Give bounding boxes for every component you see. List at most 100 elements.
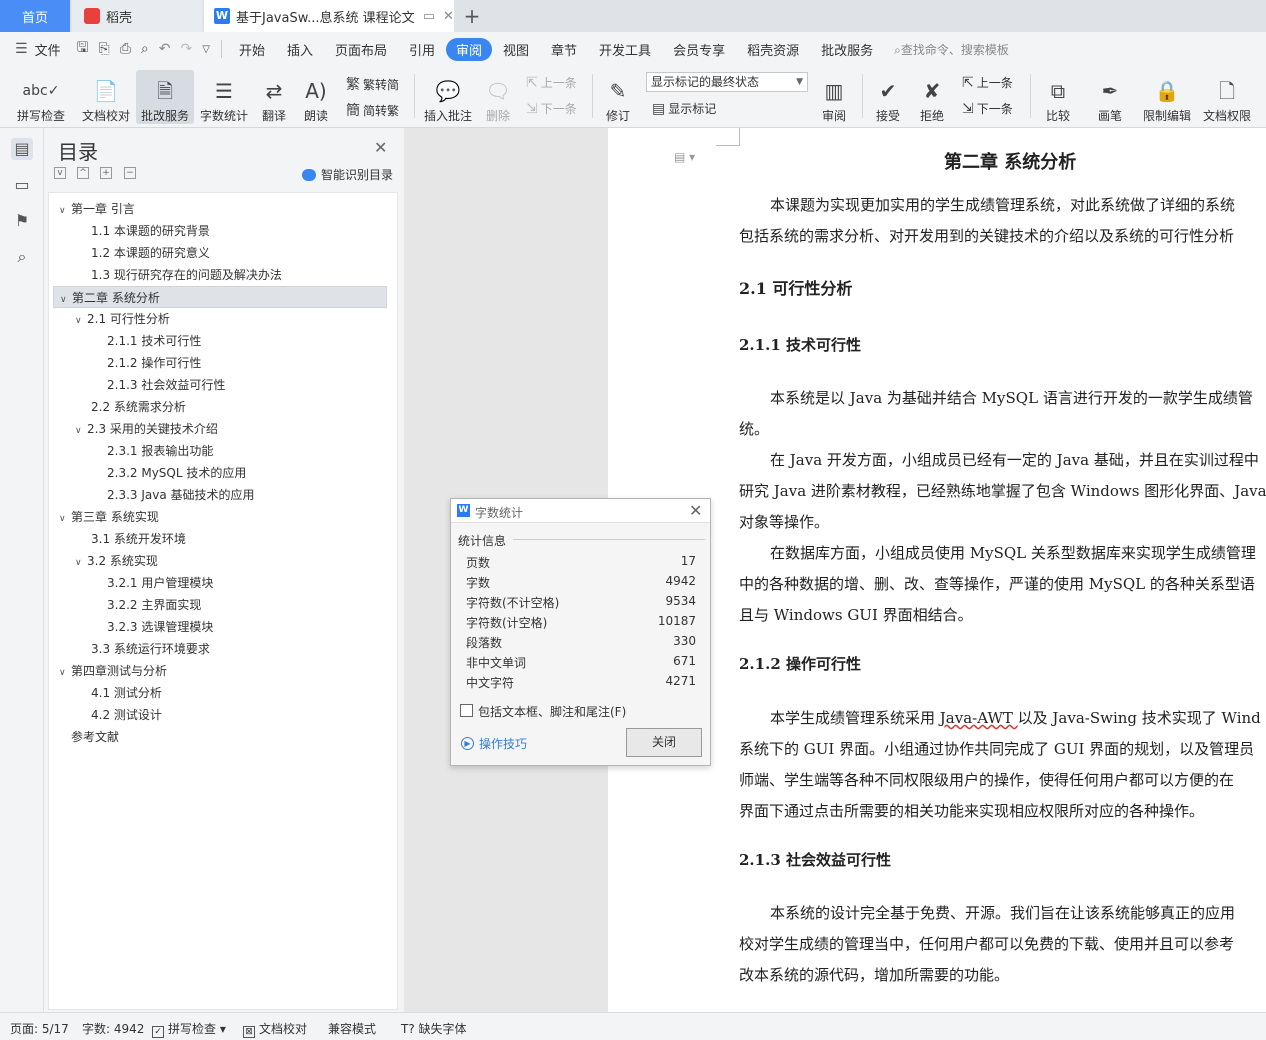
collapse-all-icon[interactable]: v: [54, 167, 66, 179]
toc-item[interactable]: 2.1.3 社会效益可行性: [53, 374, 387, 396]
spell-check-button[interactable]: abc✓ 拼写检查: [10, 70, 72, 124]
command-search[interactable]: ⌕查找命令、搜索模板: [884, 41, 1009, 58]
toc-item[interactable]: ∨ 2.3 采用的关键技术介绍: [53, 418, 387, 440]
menu-references[interactable]: 引用: [398, 40, 446, 59]
toc-item[interactable]: 3.1 系统开发环境: [53, 528, 387, 550]
tab-daoke[interactable]: 稻壳: [72, 0, 202, 32]
export-icon[interactable]: ⎘: [94, 41, 115, 57]
menu-review-service[interactable]: 批改服务: [810, 40, 884, 59]
review-service-button[interactable]: 🗎 批改服务: [136, 70, 194, 124]
paragraph-menu-icon[interactable]: ▤ ▾: [674, 150, 695, 164]
chevron-down-icon[interactable]: ∨: [59, 508, 71, 530]
bookmark-icon[interactable]: ⚑: [11, 210, 33, 232]
toc-item[interactable]: 3.2.1 用户管理模块: [53, 572, 387, 594]
toc-item[interactable]: 1.3 现行研究存在的问题及解决办法: [53, 264, 387, 286]
status-spell-check[interactable]: ✓ 拼写检查 ▾: [152, 1020, 226, 1038]
screen-icon[interactable]: ▭: [423, 9, 435, 24]
chevron-down-icon[interactable]: ∨: [75, 310, 87, 332]
toc-item[interactable]: 2.3.2 MySQL 技术的应用: [53, 462, 387, 484]
chevron-down-icon[interactable]: ∨: [59, 200, 71, 222]
menu-chapter[interactable]: 章节: [540, 40, 588, 59]
chapter-nav-icon[interactable]: ▭: [11, 174, 33, 196]
preview-icon[interactable]: ⌕: [136, 41, 154, 57]
review-button[interactable]: ▥ 审阅: [816, 70, 852, 124]
print-icon[interactable]: ⎙: [115, 41, 136, 57]
menu-file[interactable]: 文件: [33, 40, 72, 59]
add-heading-icon[interactable]: +: [100, 167, 112, 179]
doc-proof-button[interactable]: 📄 文档校对: [78, 70, 134, 124]
expand-up-icon[interactable]: ^: [77, 167, 89, 179]
redo-icon[interactable]: ↷: [176, 41, 198, 57]
quick-access-more-icon[interactable]: ▽: [197, 44, 215, 55]
menu-view[interactable]: 视图: [492, 40, 540, 59]
toc-item[interactable]: ∨ 第一章 引言: [53, 198, 387, 220]
compare-button[interactable]: ⧉ 比较: [1038, 70, 1078, 124]
menu-layout[interactable]: 页面布局: [324, 40, 398, 59]
new-tab-button[interactable]: +: [460, 0, 484, 32]
menu-start[interactable]: 开始: [228, 40, 276, 59]
toc-item[interactable]: ∨ 第二章 系统分析: [53, 286, 387, 308]
toc-item[interactable]: 3.2.3 选课管理模块: [53, 616, 387, 638]
include-textbox-checkbox[interactable]: [460, 704, 473, 717]
toc-item[interactable]: 3.2.2 主界面实现: [53, 594, 387, 616]
dialog-close-icon[interactable]: ✕: [689, 501, 702, 520]
missing-font-indicator[interactable]: T? 缺失字体: [401, 1020, 467, 1037]
prev-comment-button[interactable]: ⇱ 上一条: [526, 74, 577, 91]
close-button[interactable]: 关闭: [626, 728, 702, 757]
toc-close-icon[interactable]: ✕: [374, 138, 387, 157]
pen-button[interactable]: ✒ 画笔: [1094, 70, 1126, 124]
track-changes-button[interactable]: ✎ 修订: [600, 70, 636, 124]
read-aloud-button[interactable]: A) 朗读: [300, 70, 332, 124]
simp-to-trad-button[interactable]: 簡简转繁: [346, 100, 399, 120]
trad-to-simp-button[interactable]: 繁繁转简: [346, 74, 399, 94]
toc-icon[interactable]: ▤: [11, 138, 33, 160]
reject-button[interactable]: ✘ 拒绝: [914, 70, 950, 124]
restrict-edit-button[interactable]: 🔒 限制编辑: [1140, 70, 1194, 124]
next-comment-button[interactable]: ⇲ 下一条: [526, 100, 577, 117]
toc-item[interactable]: 4.2 测试设计: [53, 704, 387, 726]
tips-link[interactable]: ▶ 操作技巧: [461, 735, 527, 752]
page-indicator[interactable]: 页面: 5/17: [10, 1020, 69, 1037]
markup-state-select[interactable]: 显示标记的最终状态 ▼: [646, 72, 808, 92]
delete-comment-button[interactable]: 🗨 删除: [480, 70, 516, 124]
toc-item[interactable]: 3.3 系统运行环境要求: [53, 638, 387, 660]
word-count-indicator[interactable]: 字数: 4942: [82, 1020, 144, 1037]
prev-change-button[interactable]: ⇱ 上一条: [962, 74, 1013, 91]
toc-item[interactable]: 4.1 测试分析: [53, 682, 387, 704]
toc-item[interactable]: ∨ 2.1 可行性分析: [53, 308, 387, 330]
toc-item[interactable]: 2.3.1 报表输出功能: [53, 440, 387, 462]
dialog-title-bar[interactable]: W 字数统计 ✕: [451, 499, 710, 523]
chevron-down-icon[interactable]: ∨: [75, 552, 87, 574]
include-textbox-label[interactable]: 包括文本框、脚注和尾注(F): [478, 703, 626, 720]
toc-item[interactable]: 1.1 本课题的研究背景: [53, 220, 387, 242]
toc-item[interactable]: 2.3.3 Java 基础技术的应用: [53, 484, 387, 506]
next-change-button[interactable]: ⇲ 下一条: [962, 100, 1013, 117]
tab-home[interactable]: 首页: [0, 0, 70, 32]
doc-permission-button[interactable]: 🗋 文档权限: [1200, 70, 1254, 124]
smart-recognize-toc-button[interactable]: 智能识别目录: [302, 166, 393, 183]
menu-member[interactable]: 会员专享: [662, 40, 736, 59]
word-count-button[interactable]: ☰ 字数统计: [198, 70, 250, 124]
toc-item[interactable]: 2.2 系统需求分析: [53, 396, 387, 418]
remove-heading-icon[interactable]: −: [124, 167, 136, 179]
accept-button[interactable]: ✔ 接受: [870, 70, 906, 124]
chevron-down-icon[interactable]: ∨: [59, 662, 71, 684]
close-tab-icon[interactable]: ✕: [443, 9, 454, 24]
undo-icon[interactable]: ↶: [154, 41, 176, 57]
translate-button[interactable]: ⇄ 翻译: [256, 70, 292, 124]
toc-item[interactable]: ∨ 第四章测试与分析: [53, 660, 387, 682]
toc-item[interactable]: 2.1.2 操作可行性: [53, 352, 387, 374]
menu-developer[interactable]: 开发工具: [588, 40, 662, 59]
menu-review[interactable]: 审阅: [446, 37, 493, 61]
search-icon[interactable]: ⌕: [11, 246, 33, 268]
menu-daoke-resources[interactable]: 稻壳资源: [736, 40, 810, 59]
save-icon[interactable]: 🖫: [72, 37, 94, 61]
toc-item[interactable]: 参考文献: [53, 726, 387, 748]
show-markup-button[interactable]: ▤ 显示标记: [652, 100, 716, 117]
toc-item[interactable]: ∨ 3.2 系统实现: [53, 550, 387, 572]
menu-insert[interactable]: 插入: [276, 40, 324, 59]
status-doc-proof[interactable]: ⊠ 文档校对: [243, 1020, 307, 1038]
insert-comment-button[interactable]: 💬 插入批注: [422, 70, 474, 124]
toc-item[interactable]: 1.2 本课题的研究意义: [53, 242, 387, 264]
toc-item[interactable]: ∨ 第三章 系统实现: [53, 506, 387, 528]
